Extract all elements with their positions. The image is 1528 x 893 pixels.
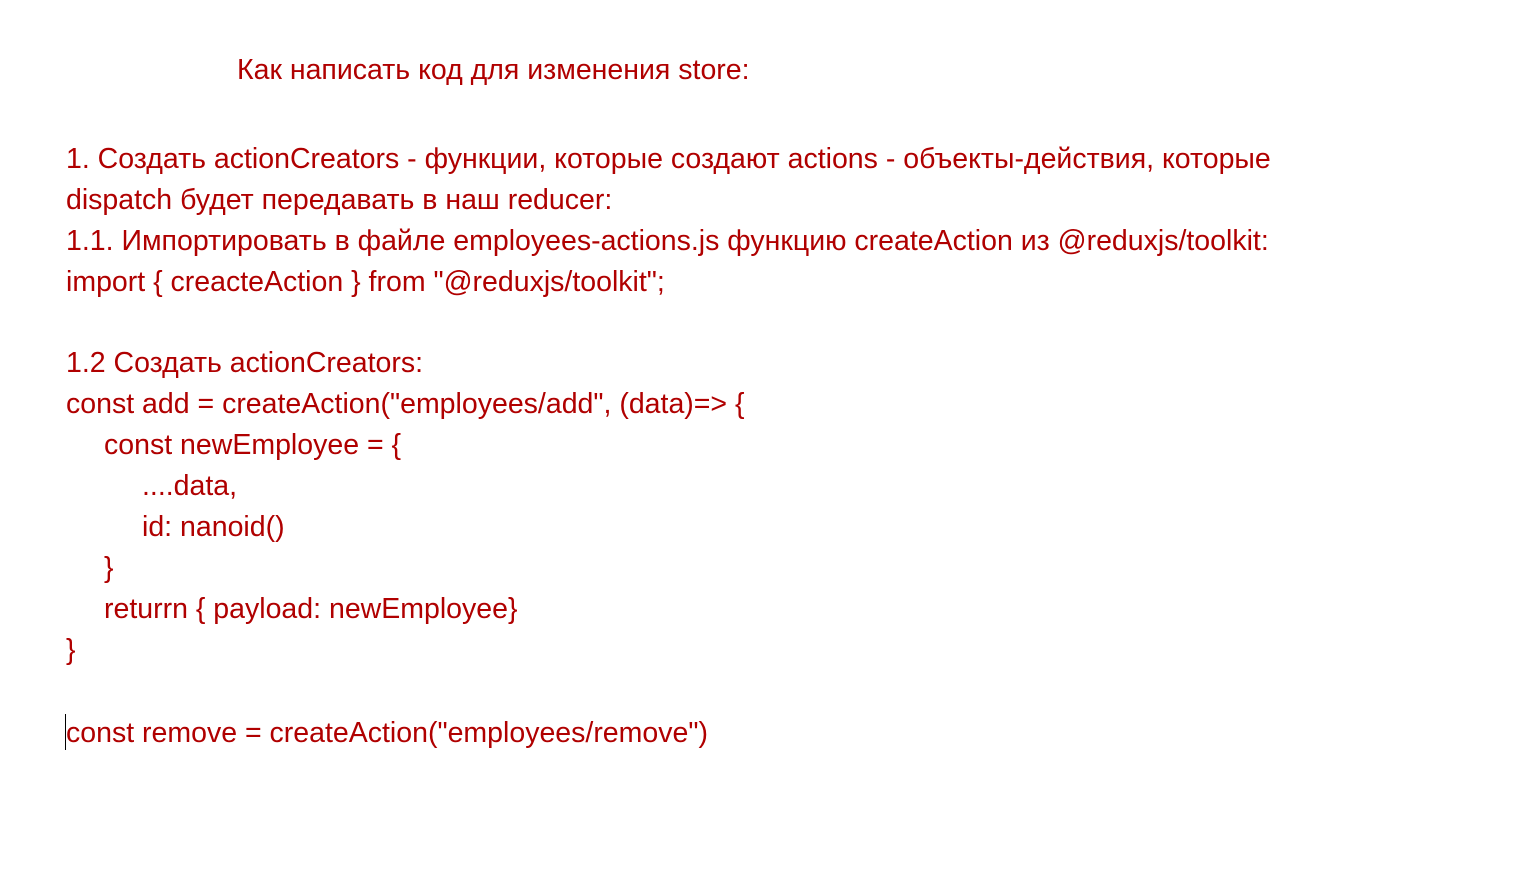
- code-line-close-function: }: [66, 634, 76, 666]
- code-line-close-object: }: [104, 552, 114, 584]
- text-line-step-1-2: 1.2 Создать actionCreators:: [66, 347, 424, 379]
- code-line-id-nanoid: id: nanoid(): [142, 511, 285, 543]
- text-line-step-1-1: 1.1. Импортировать в файле employees-act…: [66, 225, 1269, 257]
- text-line-step-1-cont: dispatch будет передавать в наш reducer:: [66, 184, 613, 216]
- document-page[interactable]: Как написать код для изменения store: 1.…: [0, 0, 1528, 893]
- document-title: Как написать код для изменения store:: [237, 54, 750, 86]
- code-line-return: returrn { payload: newEmployee}: [104, 593, 518, 625]
- text-line-step-1: 1. Создать actionCreators - функции, кот…: [66, 143, 1271, 175]
- code-line-const-remove[interactable]: const remove = createAction("employees/r…: [66, 716, 708, 750]
- code-line-new-employee: const newEmployee = {: [104, 429, 402, 461]
- code-line-spread-data: ....data,: [142, 470, 238, 502]
- code-line-import: import { creacteAction } from "@reduxjs/…: [66, 266, 665, 298]
- code-line-const-add: const add = createAction("employees/add"…: [66, 388, 745, 420]
